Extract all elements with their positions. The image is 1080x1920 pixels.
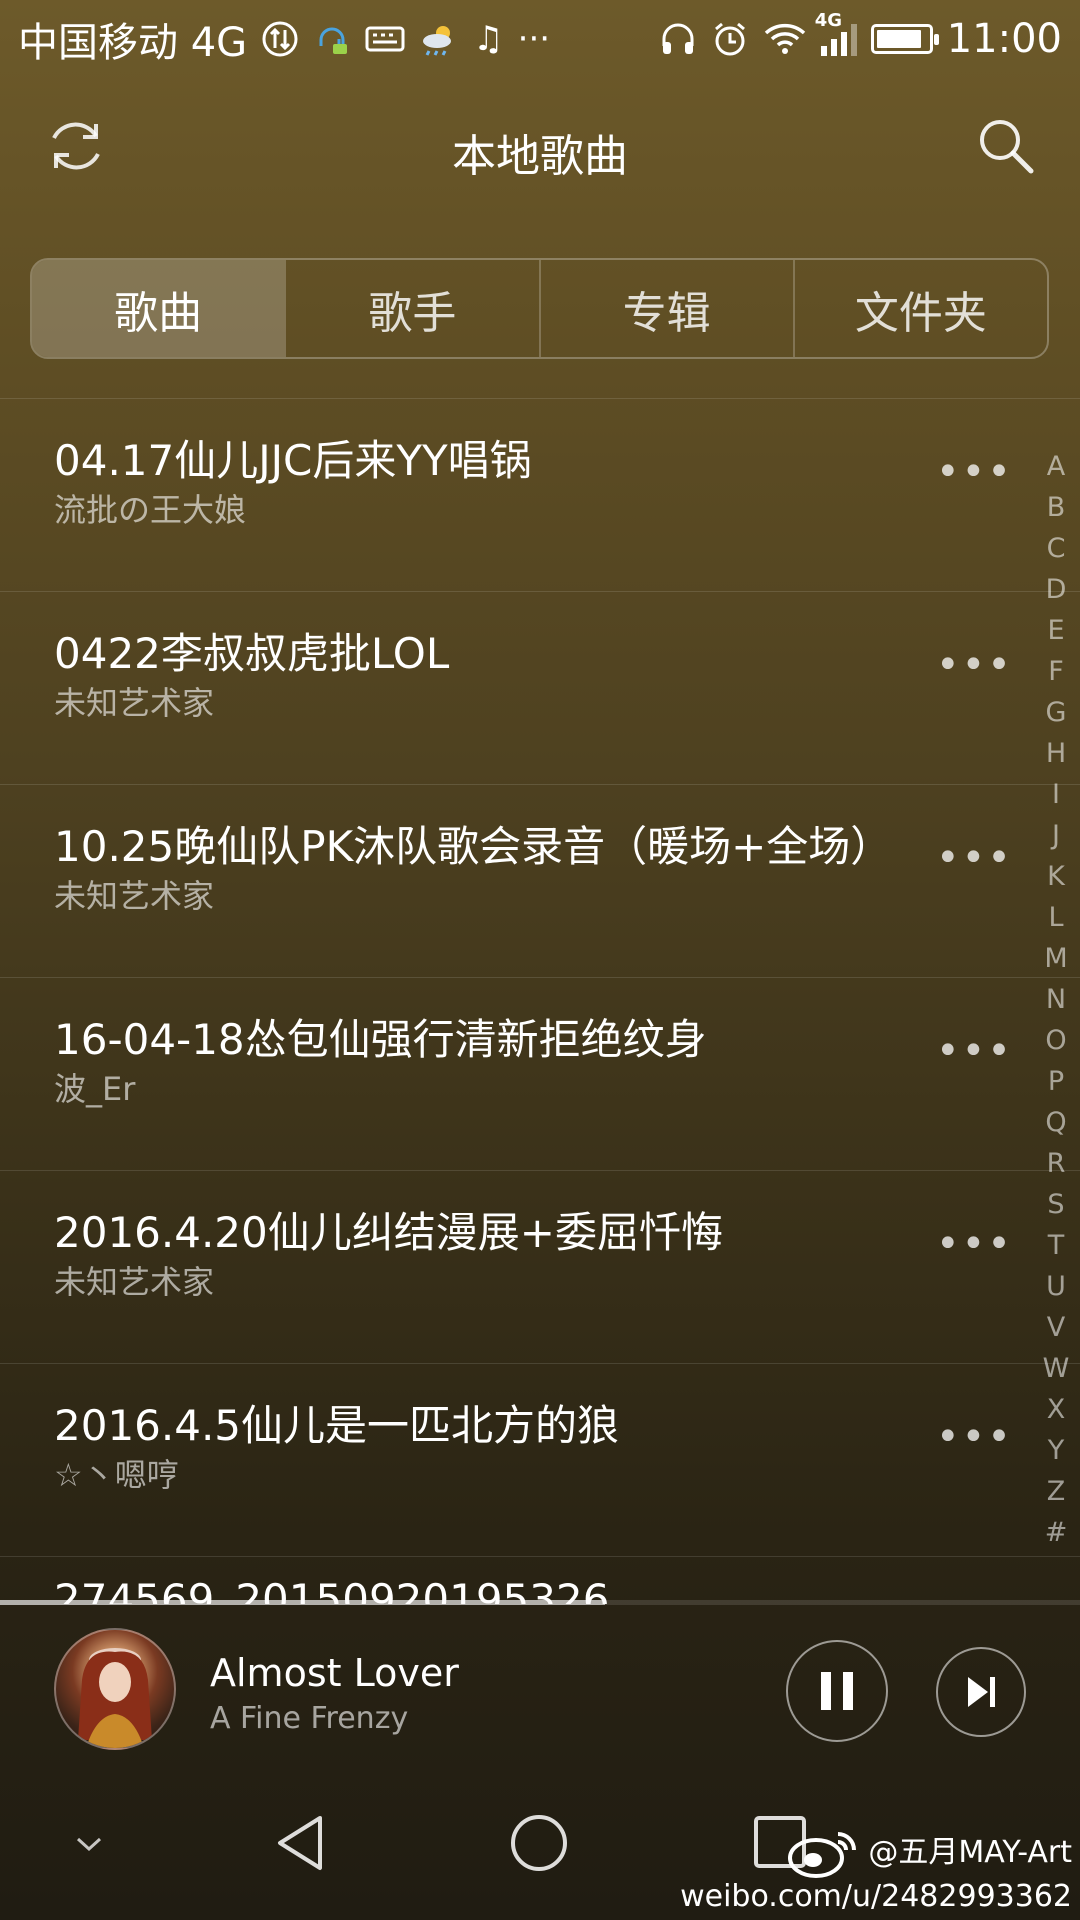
next-button[interactable] (936, 1647, 1026, 1737)
alphabet-index-letter[interactable]: C (1040, 528, 1072, 569)
song-artist: 未知艺术家 (54, 1263, 215, 1301)
song-title: 10.25晚仙队PK沐队歌会录音（暖场+全场） (54, 822, 893, 871)
song-title: 16-04-18怂包仙强行清新拒绝纹身 (54, 1015, 707, 1064)
alphabet-index-letter[interactable]: E (1040, 610, 1072, 651)
song-list[interactable]: 04.17仙儿JJC后来YY唱锅 流批の王大娘 ••• 0422李叔叔虎批LOL… (0, 398, 1080, 1604)
alphabet-index-letter[interactable]: Q (1040, 1102, 1072, 1143)
alphabet-index-letter[interactable]: N (1040, 979, 1072, 1020)
tab-artists[interactable]: 歌手 (284, 260, 538, 357)
song-title: 2016.4.20仙儿纠结漫展+委屈忏悔 (54, 1208, 723, 1257)
headphones-icon (662, 23, 694, 54)
list-item[interactable]: 16-04-18怂包仙强行清新拒绝纹身 波_Er ••• (0, 978, 1080, 1171)
alphabet-index-letter[interactable]: U (1040, 1266, 1072, 1307)
more-icon: ··· (517, 19, 551, 59)
alphabet-index-letter[interactable]: V (1040, 1307, 1072, 1348)
more-options-icon[interactable]: ••• (936, 1221, 1013, 1267)
pause-button[interactable] (786, 1640, 888, 1742)
data-transfer-icon (262, 21, 298, 57)
more-options-icon[interactable]: ••• (936, 449, 1013, 495)
pause-icon (821, 1672, 853, 1710)
home-icon[interactable] (508, 1812, 570, 1874)
watermark-url: weibo.com/u/2482993362 (680, 1879, 1072, 1914)
alphabet-index-letter[interactable]: Z (1040, 1471, 1072, 1512)
song-artist: 波_Er (54, 1070, 136, 1108)
alphabet-index-letter[interactable]: K (1040, 856, 1072, 897)
alphabet-index-letter[interactable]: F (1040, 651, 1072, 692)
song-artist: 流批の王大娘 (54, 491, 247, 529)
tab-songs[interactable]: 歌曲 (32, 260, 285, 357)
alphabet-index-letter[interactable]: R (1040, 1143, 1072, 1184)
music-note-icon: ♫ (473, 19, 504, 59)
weibo-logo-icon (788, 1832, 857, 1878)
app-bar: 本地歌曲 (0, 80, 1080, 216)
album-art[interactable] (54, 1628, 176, 1750)
alphabet-index-letter[interactable]: X (1040, 1389, 1072, 1430)
back-icon[interactable] (272, 1812, 328, 1874)
wifi-icon (764, 23, 805, 54)
song-artist: 未知艺术家 (54, 877, 215, 915)
list-item[interactable]: 04.17仙儿JJC后来YY唱锅 流批の王大娘 ••• (0, 399, 1080, 592)
battery-icon (870, 24, 939, 54)
tab-albums[interactable]: 专辑 (538, 260, 793, 357)
more-options-icon[interactable]: ••• (936, 1414, 1013, 1460)
weather-icon (423, 26, 452, 56)
alphabet-index-letter[interactable]: S (1040, 1184, 1072, 1225)
more-options-icon[interactable]: ••• (936, 1028, 1013, 1074)
list-item[interactable]: 2016.4.5仙儿是一匹北方的狼 ☆丶嗯哼 ••• (0, 1364, 1080, 1557)
more-options-icon[interactable]: ••• (936, 835, 1013, 881)
search-icon[interactable] (976, 116, 1036, 176)
list-item[interactable]: 274569_20150920195326 (0, 1557, 1080, 1604)
now-playing-artist: A Fine Frenzy (210, 1701, 409, 1736)
alphabet-index-letter[interactable]: I (1040, 774, 1072, 815)
now-playing-title: Almost Lover (210, 1651, 459, 1695)
alphabet-index-letter[interactable]: D (1040, 569, 1072, 610)
alphabet-index-letter[interactable]: Y (1040, 1430, 1072, 1471)
alphabet-index-letter[interactable]: L (1040, 897, 1072, 938)
alphabet-index-letter[interactable]: B (1040, 487, 1072, 528)
alarm-icon (714, 22, 745, 56)
network-badge: 4G (814, 10, 843, 31)
alphabet-index-letter[interactable]: W (1040, 1348, 1072, 1389)
battery-level (876, 30, 922, 48)
alphabet-index-letter[interactable]: P (1040, 1061, 1072, 1102)
chevron-down-icon[interactable] (74, 1834, 104, 1854)
more-options-icon[interactable]: ••• (936, 642, 1013, 688)
alphabet-index-letter[interactable]: O (1040, 1020, 1072, 1061)
refresh-icon[interactable] (44, 114, 108, 178)
tab-folders[interactable]: 文件夹 (792, 260, 1047, 357)
song-artist: 未知艺术家 (54, 684, 215, 722)
carrier-label: 中国移动 4G (18, 20, 248, 66)
song-title: 2016.4.5仙儿是一匹北方的狼 (54, 1401, 620, 1450)
alphabet-index[interactable]: A B C D E F G H I J K L M N O P Q R S T U V W X Y Z # (1040, 446, 1072, 1553)
alphabet-index-letter[interactable]: # (1040, 1512, 1072, 1553)
list-item[interactable]: 10.25晚仙队PK沐队歌会录音（暖场+全场） 未知艺术家 ••• (0, 785, 1080, 978)
alphabet-index-letter[interactable]: J (1040, 815, 1072, 856)
skip-next-icon (968, 1677, 995, 1707)
list-item[interactable]: 0422李叔叔虎批LOL 未知艺术家 ••• (0, 592, 1080, 785)
alphabet-index-letter[interactable]: M (1040, 938, 1072, 979)
alphabet-index-letter[interactable]: A (1040, 446, 1072, 487)
segment-tabs: 歌曲 歌手 专辑 文件夹 (30, 258, 1049, 359)
weibo-watermark: @五月MAY-Art weibo.com/u/2482993362 (680, 1826, 1072, 1914)
alphabet-index-letter[interactable]: T (1040, 1225, 1072, 1266)
song-title: 0422李叔叔虎批LOL (54, 629, 450, 678)
alphabet-index-letter[interactable]: G (1040, 692, 1072, 733)
song-artist: ☆丶嗯哼 (54, 1456, 179, 1494)
clock: 11:00 (946, 16, 1062, 62)
assistant-icon (319, 27, 348, 54)
list-item[interactable]: 2016.4.20仙儿纠结漫展+委屈忏悔 未知艺术家 ••• (0, 1171, 1080, 1364)
alphabet-index-letter[interactable]: H (1040, 733, 1072, 774)
watermark-handle: @五月MAY-Art (868, 1835, 1072, 1870)
song-title: 04.17仙儿JJC后来YY唱锅 (54, 436, 532, 485)
keyboard-icon (365, 26, 405, 52)
album-art-image (78, 1648, 152, 1748)
status-bar: 中国移动 4G ♫ ··· 4G 11:00 (0, 0, 1080, 78)
page-title: 本地歌曲 (452, 131, 628, 182)
now-playing-bar[interactable]: Almost Lover A Fine Frenzy (0, 1605, 1080, 1785)
